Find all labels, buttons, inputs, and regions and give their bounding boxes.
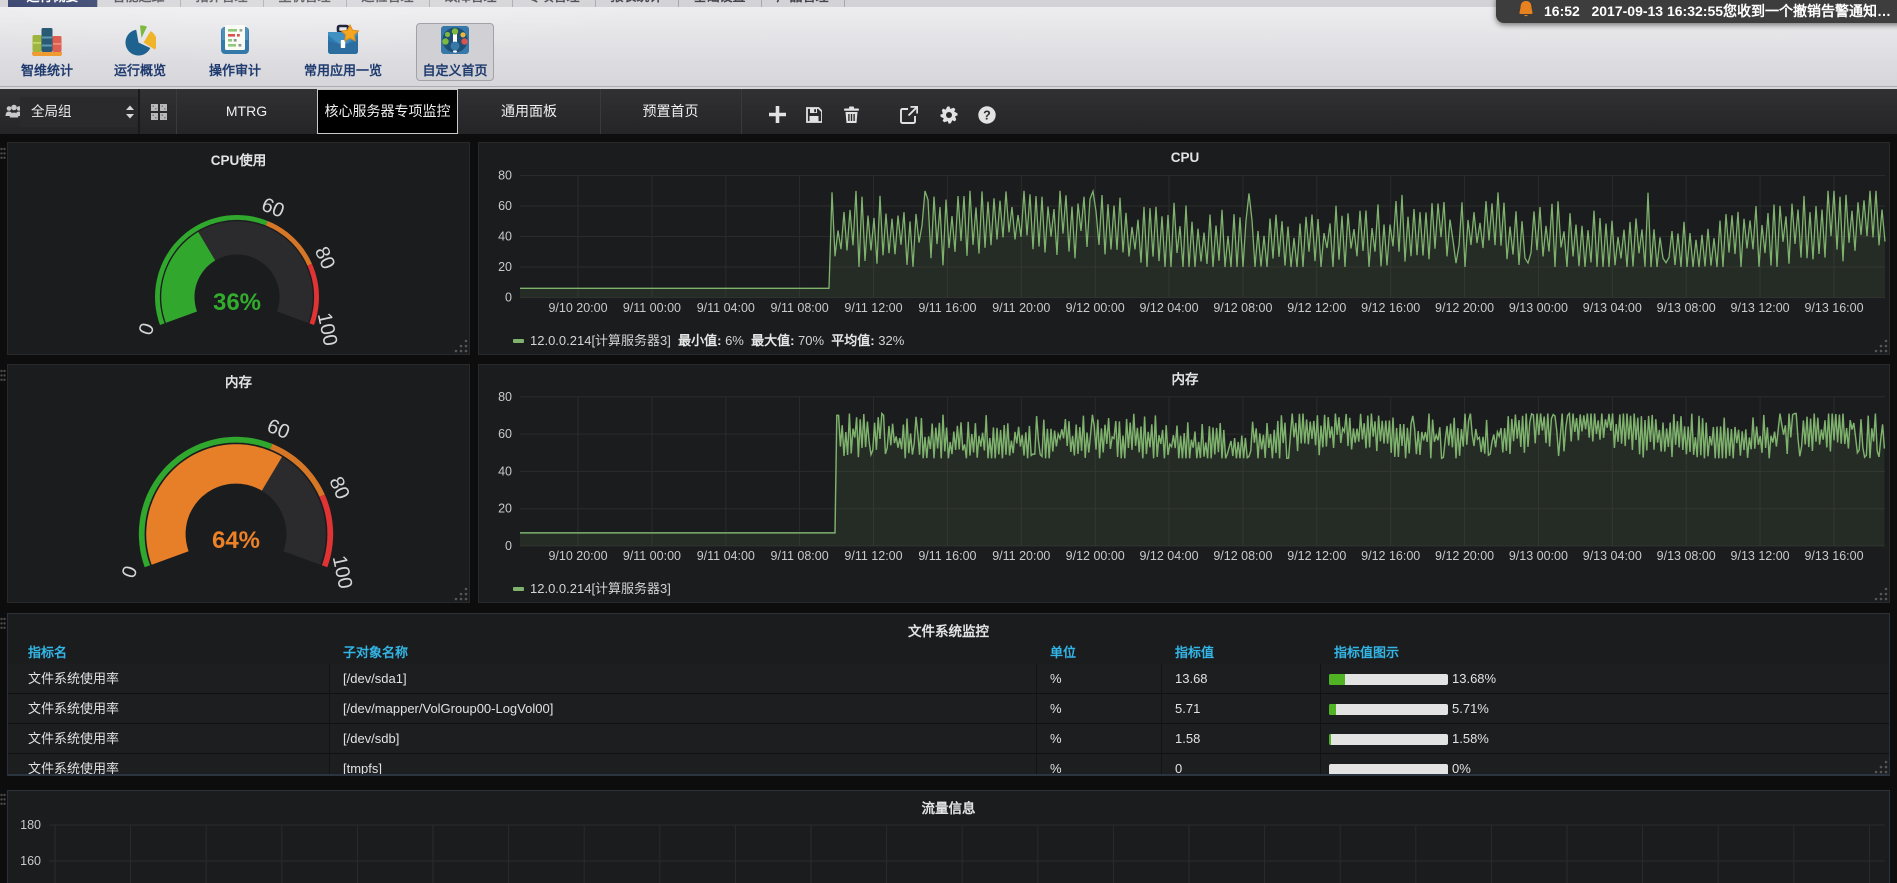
- svg-text:9/12 16:00: 9/12 16:00: [1361, 549, 1420, 563]
- svg-text:0: 0: [118, 563, 142, 581]
- svg-text:9/12 04:00: 9/12 04:00: [1139, 549, 1198, 563]
- svg-text:9/11 04:00: 9/11 04:00: [697, 301, 755, 315]
- svg-text:9/11 12:00: 9/11 12:00: [844, 549, 902, 563]
- svg-text:9/13 12:00: 9/13 12:00: [1731, 301, 1790, 315]
- svg-text:160: 160: [20, 854, 41, 868]
- svg-text:9/13 08:00: 9/13 08:00: [1657, 301, 1716, 315]
- svg-text:9/11 08:00: 9/11 08:00: [771, 549, 829, 563]
- svg-text:9/11 20:00: 9/11 20:00: [992, 301, 1050, 315]
- svg-text:9/13 08:00: 9/13 08:00: [1657, 549, 1716, 563]
- svg-text:9/13 00:00: 9/13 00:00: [1509, 301, 1568, 315]
- svg-text:9/13 04:00: 9/13 04:00: [1583, 301, 1642, 315]
- svg-text:36%: 36%: [213, 289, 261, 316]
- svg-text:9/10 20:00: 9/10 20:00: [548, 549, 607, 563]
- svg-text:9/13 16:00: 9/13 16:00: [1804, 301, 1863, 315]
- svg-text:9/12 20:00: 9/12 20:00: [1435, 549, 1494, 563]
- svg-text:9/11 16:00: 9/11 16:00: [918, 301, 976, 315]
- svg-text:9/13 16:00: 9/13 16:00: [1804, 549, 1863, 563]
- svg-text:60: 60: [498, 427, 512, 441]
- svg-text:40: 40: [498, 230, 512, 244]
- svg-text:9/12 16:00: 9/12 16:00: [1361, 301, 1420, 315]
- svg-text:9/12 12:00: 9/12 12:00: [1287, 301, 1346, 315]
- svg-text:9/11 12:00: 9/11 12:00: [844, 301, 902, 315]
- svg-text:9/12 00:00: 9/12 00:00: [1066, 549, 1125, 563]
- svg-text:180: 180: [20, 818, 41, 832]
- svg-text:9/12 00:00: 9/12 00:00: [1066, 301, 1125, 315]
- svg-text:9/13 04:00: 9/13 04:00: [1583, 549, 1642, 563]
- svg-text:9/11 00:00: 9/11 00:00: [623, 549, 681, 563]
- svg-text:60: 60: [258, 194, 287, 223]
- svg-text:80: 80: [498, 390, 512, 404]
- svg-text:9/12 08:00: 9/12 08:00: [1213, 301, 1272, 315]
- svg-text:9/11 16:00: 9/11 16:00: [918, 549, 976, 563]
- svg-text:0: 0: [505, 539, 512, 553]
- svg-text:64%: 64%: [212, 527, 260, 554]
- svg-text:100: 100: [313, 311, 341, 348]
- svg-text:40: 40: [498, 464, 512, 478]
- svg-text:CPU: CPU: [1171, 150, 1200, 165]
- svg-text:内存: 内存: [1172, 371, 1200, 387]
- svg-text:?: ?: [983, 108, 991, 122]
- svg-text:9/11 00:00: 9/11 00:00: [623, 301, 681, 315]
- svg-text:20: 20: [498, 260, 512, 274]
- svg-text:60: 60: [264, 415, 293, 444]
- svg-text:9/12 08:00: 9/12 08:00: [1213, 549, 1272, 563]
- svg-text:80: 80: [324, 473, 353, 502]
- svg-text:80: 80: [498, 169, 512, 183]
- svg-text:9/11 08:00: 9/11 08:00: [771, 301, 829, 315]
- svg-text:100: 100: [328, 554, 356, 591]
- svg-text:9/12 04:00: 9/12 04:00: [1139, 301, 1198, 315]
- svg-text:60: 60: [498, 199, 512, 213]
- svg-text:9/12 20:00: 9/12 20:00: [1435, 301, 1494, 315]
- svg-text:9/12 12:00: 9/12 12:00: [1287, 549, 1346, 563]
- svg-text:20: 20: [498, 502, 512, 516]
- svg-text:9/10 20:00: 9/10 20:00: [548, 301, 607, 315]
- svg-text:0: 0: [135, 320, 159, 338]
- svg-text:9/11 20:00: 9/11 20:00: [992, 549, 1050, 563]
- svg-text:0: 0: [505, 291, 512, 305]
- svg-text:80: 80: [310, 243, 339, 272]
- svg-text:9/13 12:00: 9/13 12:00: [1731, 549, 1790, 563]
- svg-text:9/13 00:00: 9/13 00:00: [1509, 549, 1568, 563]
- svg-text:9/11 04:00: 9/11 04:00: [697, 549, 755, 563]
